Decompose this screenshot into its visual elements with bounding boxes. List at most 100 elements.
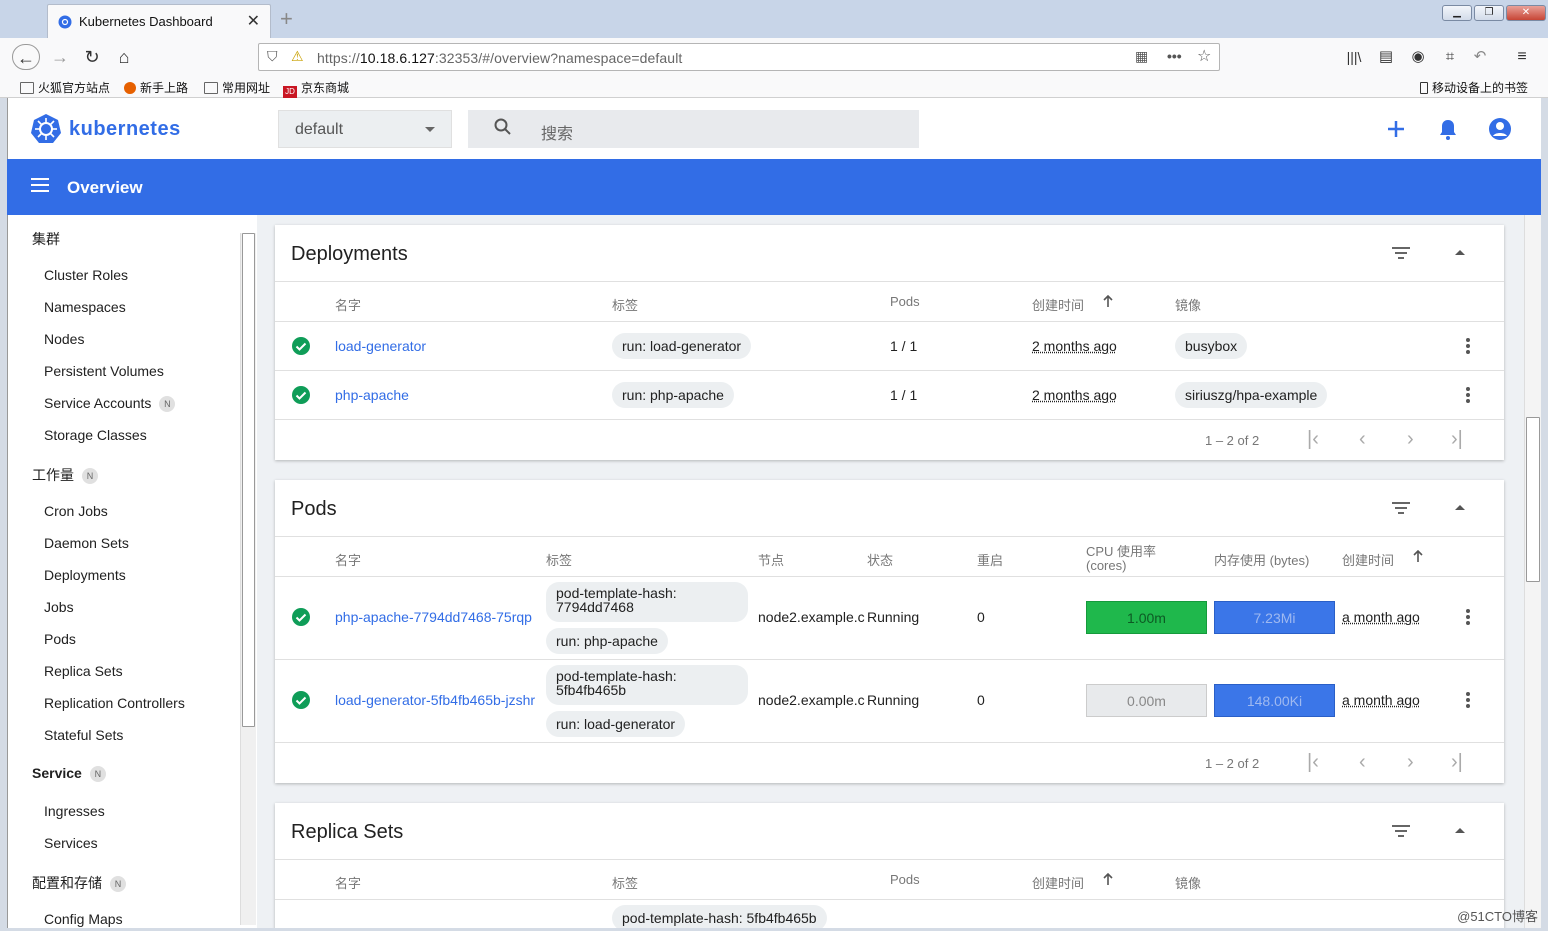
column-header[interactable]: 创建时间 [1032,873,1084,892]
namespace-select[interactable]: default [278,110,452,148]
page-actions-icon[interactable]: ••• [1167,48,1182,64]
sidebar-item-service-accounts[interactable]: Service Accounts N [44,395,176,412]
filter-icon[interactable] [1392,247,1410,259]
last-page-icon[interactable]: ›| [1451,751,1463,774]
jd-icon: JD [283,86,297,98]
bookmark-item[interactable]: 常用网址 [204,79,270,96]
bookmark-item[interactable]: 新手上路 [124,79,188,96]
more-actions-icon[interactable] [1466,338,1470,354]
sidebar-scrollbar[interactable] [240,233,256,925]
user-account-icon[interactable] [1487,116,1513,142]
bookmark-star-icon[interactable]: ☆ [1197,46,1211,66]
back-icon[interactable]: ← [12,44,40,70]
pod-node: node2.example.c [758,609,865,625]
undo-icon[interactable]: ↶ [1466,44,1494,70]
close-tab-icon[interactable]: ✕ [247,11,260,31]
sidebar-item-ingresses[interactable]: Ingresses [44,803,105,819]
qr-code-icon[interactable]: ▦ [1135,48,1148,65]
screenshot-icon[interactable]: ⌗ [1436,44,1464,70]
window-titlebar: Kubernetes Dashboard ✕ + ▁ ❐ ✕ [0,0,1548,38]
account-icon[interactable]: ◉ [1404,44,1432,70]
sort-ascending-icon[interactable] [1413,550,1423,562]
browser-tab[interactable]: Kubernetes Dashboard ✕ [47,4,271,38]
main-scroll-thumb[interactable] [1526,417,1540,582]
next-page-icon[interactable]: › [1407,751,1414,774]
column-header: 标签 [612,876,639,891]
next-page-icon[interactable]: › [1407,428,1414,451]
filter-icon[interactable] [1392,502,1410,514]
more-actions-icon[interactable] [1466,692,1470,708]
sidebar-item-cron-jobs[interactable]: Cron Jobs [44,503,108,519]
hamburger-menu-icon[interactable]: ≡ [1508,44,1536,70]
url-bar[interactable]: ⛉ ⚠ https://10.18.6.127:32353/#/overview… [258,43,1220,71]
bookmark-item[interactable]: JD 京东商城 [283,79,349,98]
first-page-icon[interactable]: |‹ [1307,751,1319,774]
deployment-name-link[interactable]: php-apache [335,387,409,403]
deployment-name-link[interactable]: load-generator [335,338,426,354]
sidebar-item-replication-controllers[interactable]: Replication Controllers [44,695,185,711]
filter-icon[interactable] [1392,825,1410,837]
column-header[interactable]: 创建时间 [1342,550,1394,569]
url-text[interactable]: https://10.18.6.127:32353/#/overview?nam… [317,50,682,66]
sidebar-item-config-maps[interactable]: Config Maps [44,911,123,927]
more-actions-icon[interactable] [1466,387,1470,403]
bookmark-item[interactable]: 火狐官方站点 [20,79,110,96]
sidebar-item-deployments[interactable]: Deployments [44,567,126,583]
collapse-icon[interactable] [1455,250,1465,255]
kubernetes-logo-icon[interactable] [30,113,62,145]
browser-navbar: ← → ↻ ⌂ ⛉ ⚠ https://10.18.6.127:32353/#/… [0,38,1548,76]
sidebar-item-nodes[interactable]: Nodes [44,331,84,347]
sidebar-item-replica-sets[interactable]: Replica Sets [44,663,123,679]
main-content: Deployments 名字 标签 Pods 创建时间 镜像 load-gene… [257,215,1524,928]
sidebar-item-services[interactable]: Services [44,835,98,851]
sidebar-scroll-thumb[interactable] [242,233,255,727]
column-header[interactable]: 创建时间 [1032,295,1084,314]
collapse-icon[interactable] [1455,828,1465,833]
sidebar-item-storage-classes[interactable]: Storage Classes [44,427,147,443]
sidebar-item-daemon-sets[interactable]: Daemon Sets [44,535,129,551]
notifications-bell-icon[interactable] [1435,116,1461,142]
search-input[interactable]: 搜索 [468,110,919,148]
library-icon[interactable]: |||\ [1340,44,1368,70]
shield-icon[interactable]: ⛉ [267,48,278,65]
brand-name[interactable]: kubernetes [69,118,181,141]
mobile-bookmarks[interactable]: 移动设备上的书签 [1420,79,1528,96]
pod-restarts: 0 [977,609,985,625]
sidebar-item-persistent-volumes[interactable]: Persistent Volumes [44,363,164,379]
create-plus-icon[interactable] [1383,116,1409,142]
column-header[interactable]: 重启 [977,550,1003,569]
more-actions-icon[interactable] [1466,609,1470,625]
sidebar-toggle-icon[interactable]: ▤ [1372,44,1400,70]
sort-ascending-icon[interactable] [1103,295,1113,307]
home-icon[interactable]: ⌂ [110,44,138,70]
sort-ascending-icon[interactable] [1103,873,1113,885]
reload-icon[interactable]: ↻ [78,44,106,70]
prev-page-icon[interactable]: ‹ [1359,751,1366,774]
insecure-lock-icon[interactable]: ⚠ [291,48,304,65]
main-scrollbar[interactable] [1524,215,1541,928]
pod-restarts: 0 [977,692,985,708]
prev-page-icon[interactable]: ‹ [1359,428,1366,451]
window-close-icon[interactable]: ✕ [1506,5,1546,21]
sidebar-section-service[interactable]: Service N [32,765,106,782]
sidebar-section-config[interactable]: 配置和存储 N [32,873,126,893]
sidebar-item-cluster-roles[interactable]: Cluster Roles [44,267,128,283]
sidebar-section-cluster[interactable]: 集群 [32,229,60,249]
forward-icon[interactable]: → [46,44,74,70]
new-tab-icon[interactable]: + [280,6,293,32]
restore-icon[interactable]: ❐ [1474,5,1504,21]
column-header[interactable]: Pods [890,294,920,309]
sidebar-item-pods[interactable]: Pods [44,631,76,647]
sidebar-item-jobs[interactable]: Jobs [44,599,74,615]
sidebar-item-stateful-sets[interactable]: Stateful Sets [44,727,123,743]
first-page-icon[interactable]: |‹ [1307,428,1319,451]
nav-menu-icon[interactable] [31,178,49,192]
pod-name-link[interactable]: php-apache-7794dd7468-75rqp [335,609,532,625]
last-page-icon[interactable]: ›| [1451,428,1463,451]
minimize-icon[interactable]: ▁ [1442,5,1472,21]
pod-name-link[interactable]: load-generator-5fb4fb465b-jzshr [335,692,535,708]
sidebar-section-workloads[interactable]: 工作量 N [32,465,98,485]
collapse-icon[interactable] [1455,505,1465,510]
sidebar-item-namespaces[interactable]: Namespaces [44,299,126,315]
column-header[interactable]: Pods [890,872,920,887]
